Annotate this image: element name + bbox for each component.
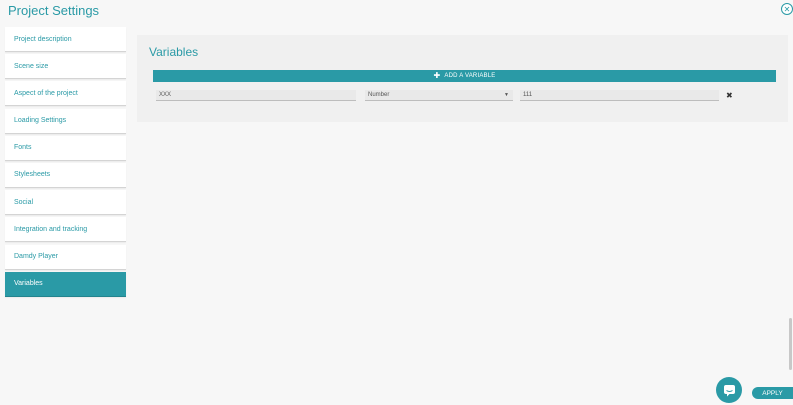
sidebar-item-scene-size[interactable]: Scene size xyxy=(5,54,126,80)
plus-icon: ✚ xyxy=(433,71,441,80)
sidebar-item-label: Aspect of the project xyxy=(14,89,78,97)
variable-type-select[interactable]: Number ▼ xyxy=(365,90,513,101)
chat-icon xyxy=(723,384,735,396)
sidebar-item-integration-tracking[interactable]: Integration and tracking xyxy=(5,217,126,243)
apply-button[interactable]: APPLY xyxy=(752,387,793,399)
sidebar-item-label: Scene size xyxy=(14,62,49,70)
sidebar-item-label: Fonts xyxy=(14,144,32,152)
remove-icon[interactable]: ✖ xyxy=(726,91,733,100)
sidebar-item-social[interactable]: Social xyxy=(5,190,126,216)
sidebar-item-fonts[interactable]: Fonts xyxy=(5,135,126,161)
sidebar-item-aspect[interactable]: Aspect of the project xyxy=(5,81,126,107)
variable-type-value: Number xyxy=(368,92,390,98)
add-variable-label: ADD A VARIABLE xyxy=(444,73,496,79)
sidebar-item-label: Variables xyxy=(14,280,43,288)
close-icon: ✕ xyxy=(783,4,791,14)
variables-panel: Variables ✚ ADD A VARIABLE XXX Number ▼ … xyxy=(137,35,788,122)
settings-sidebar: Project description Scene size Aspect of… xyxy=(5,27,126,299)
sidebar-item-label: Damdy Player xyxy=(14,253,58,260)
variable-value-text: 111 xyxy=(523,92,533,98)
variable-name-input[interactable]: XXX xyxy=(156,90,356,101)
section-title: Variables xyxy=(149,45,199,59)
variable-name-value: XXX xyxy=(159,92,172,98)
sidebar-item-label: Project description xyxy=(14,35,72,43)
caret-down-icon: ▼ xyxy=(504,92,509,98)
sidebar-item-label: Loading Settings xyxy=(14,117,67,125)
sidebar-item-variables[interactable]: Variables xyxy=(5,271,126,297)
sidebar-item-label: Social xyxy=(14,198,34,206)
sidebar-item-label: Stylesheets xyxy=(14,171,51,179)
apply-label: APPLY xyxy=(762,389,783,397)
window-title: Project Settings xyxy=(8,3,100,18)
scrollbar-thumb[interactable] xyxy=(789,318,792,370)
sidebar-item-damdy-player[interactable]: Damdy Player xyxy=(5,244,126,270)
close-button[interactable]: ✕ xyxy=(781,3,793,15)
sidebar-item-label: Integration and tracking xyxy=(14,225,88,233)
sidebar-item-stylesheets[interactable]: Stylesheets xyxy=(5,162,126,188)
sidebar-item-loading-settings[interactable]: Loading Settings xyxy=(5,108,126,134)
sidebar-item-project-description[interactable]: Project description xyxy=(5,27,126,52)
variable-value-input[interactable]: 111 xyxy=(520,90,719,101)
chat-button[interactable] xyxy=(716,377,742,403)
add-variable-button[interactable]: ✚ ADD A VARIABLE xyxy=(153,70,776,82)
